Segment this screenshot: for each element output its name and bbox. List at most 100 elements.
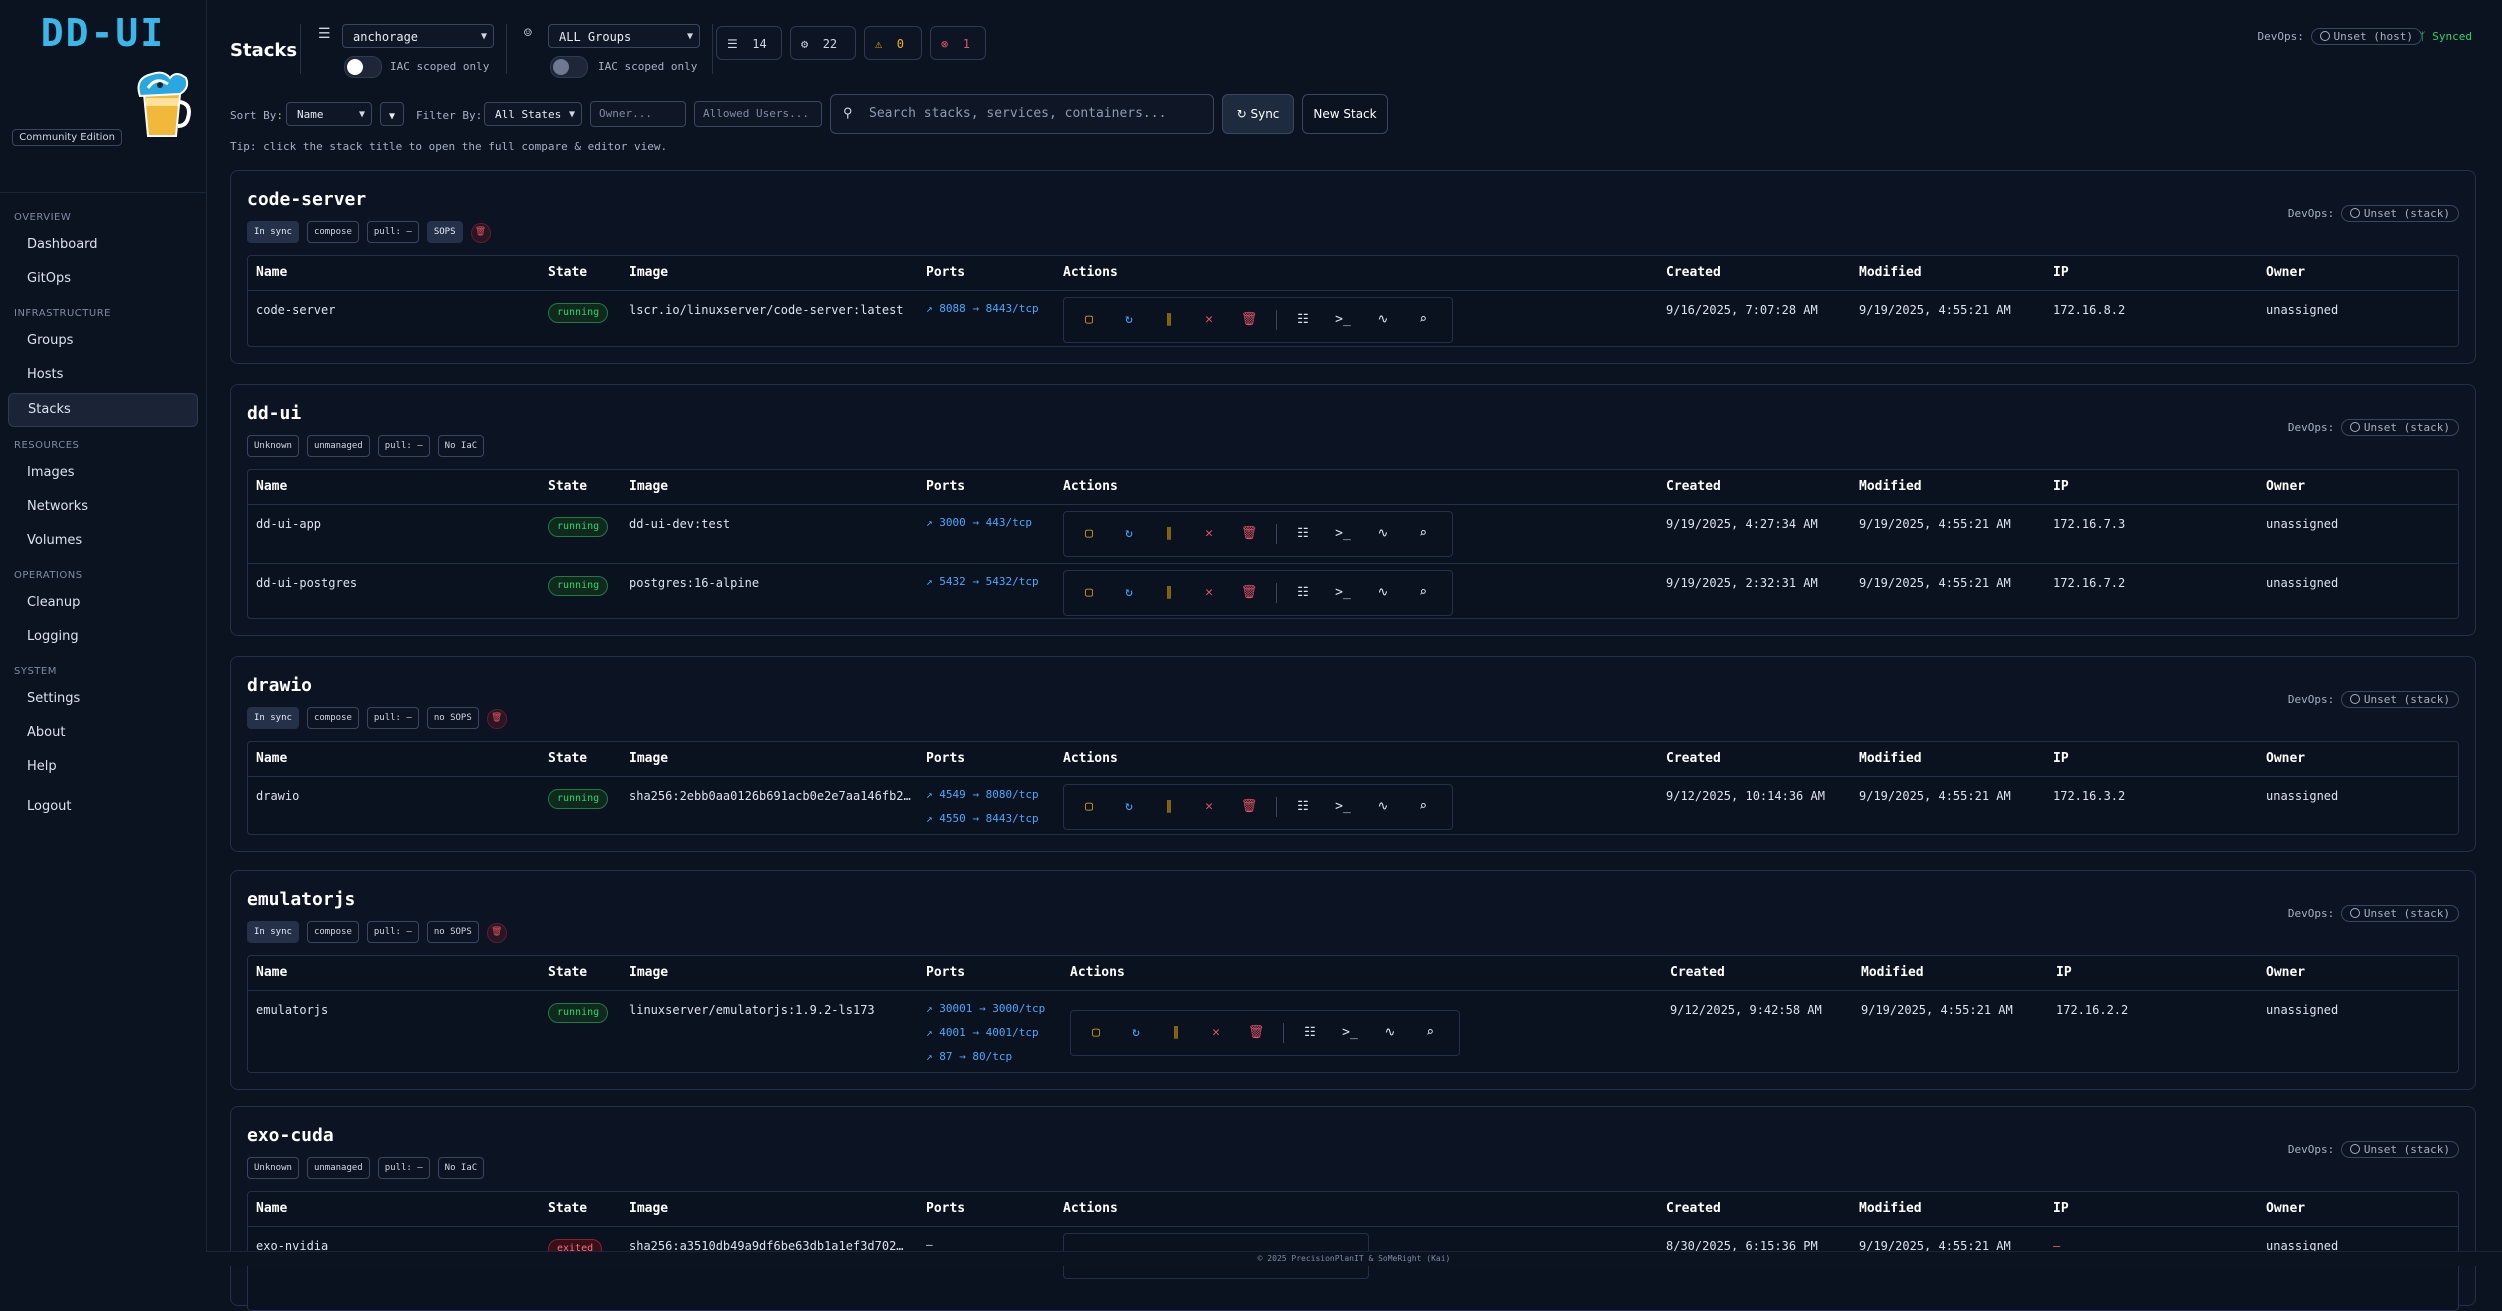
column-header[interactable]: Owner xyxy=(2266,1192,2305,1226)
table-row[interactable]: emulatorjs running linuxserver/emulatorjs:… xyxy=(248,991,2458,1075)
console-icon[interactable]: >_ xyxy=(1341,1024,1359,1042)
nav-item-cleanup[interactable]: Cleanup xyxy=(8,587,198,619)
column-header[interactable]: State xyxy=(548,742,587,776)
stop-icon[interactable]: ▢ xyxy=(1080,311,1098,329)
inspect-icon[interactable]: ⌕ xyxy=(1421,1024,1439,1042)
column-header[interactable]: Name xyxy=(256,956,287,990)
column-header[interactable]: Actions xyxy=(1063,742,1118,776)
devops-host-pill[interactable]: Unset (host) xyxy=(2310,28,2422,45)
table-row[interactable]: drawio running sha256:2ebb0aa0126b691acb0e… xyxy=(248,777,2458,837)
stack-title[interactable]: exo-cuda xyxy=(247,1125,334,1146)
column-header[interactable]: Owner xyxy=(2266,256,2305,290)
kill-icon[interactable]: ✕ xyxy=(1207,1024,1225,1042)
console-icon[interactable]: >_ xyxy=(1334,525,1352,543)
kill-icon[interactable]: ✕ xyxy=(1200,798,1218,816)
column-header[interactable]: Ports xyxy=(926,742,965,776)
container-name[interactable]: drawio xyxy=(256,789,299,803)
delete-stack-icon[interactable]: 🗑 xyxy=(486,923,507,943)
remove-icon[interactable]: 🗑 xyxy=(1247,1024,1265,1042)
column-header[interactable]: Image xyxy=(629,256,668,290)
restart-icon[interactable]: ↻ xyxy=(1120,584,1138,602)
remove-icon[interactable]: 🗑 xyxy=(1240,311,1258,329)
column-header[interactable]: Created xyxy=(1670,956,1725,990)
table-row[interactable]: dd-ui-postgres running postgres:16-alpine ↗… xyxy=(248,564,2458,622)
stats-icon[interactable]: ∿ xyxy=(1381,1024,1399,1042)
delete-stack-icon[interactable]: 🗑 xyxy=(486,709,507,729)
logs-icon[interactable]: ☷ xyxy=(1294,584,1312,602)
column-header[interactable]: IP xyxy=(2056,956,2072,990)
devops-stack-pill[interactable]: Unset (stack) xyxy=(2340,691,2459,708)
column-header[interactable]: Name xyxy=(256,742,287,776)
inspect-icon[interactable]: ⌕ xyxy=(1414,584,1432,602)
stack-title[interactable]: dd-ui xyxy=(247,403,301,424)
column-header[interactable]: Created xyxy=(1666,470,1721,504)
column-header[interactable]: Image xyxy=(629,470,668,504)
stop-icon[interactable]: ▢ xyxy=(1080,525,1098,543)
devops-stack-pill[interactable]: Unset (stack) xyxy=(2340,205,2459,222)
logo[interactable]: DD-UI Community Edition xyxy=(0,0,206,146)
port-link[interactable]: ↗ 4550 → 8443/tcp xyxy=(926,807,1039,831)
nav-item-hosts[interactable]: Hosts xyxy=(8,359,198,391)
column-header[interactable]: IP xyxy=(2053,256,2069,290)
column-header[interactable]: Owner xyxy=(2266,470,2305,504)
inspect-icon[interactable]: ⌕ xyxy=(1414,311,1432,329)
column-header[interactable]: State xyxy=(548,1192,587,1226)
devops-stack-pill[interactable]: Unset (stack) xyxy=(2340,1141,2459,1158)
nav-item-settings[interactable]: Settings xyxy=(8,683,198,715)
search-input[interactable]: ⚲ Search stacks, services, containers... xyxy=(830,94,1214,134)
restart-icon[interactable]: ↻ xyxy=(1120,311,1138,329)
column-header[interactable]: Owner xyxy=(2266,742,2305,776)
column-header[interactable]: Ports xyxy=(926,256,965,290)
column-header[interactable]: Actions xyxy=(1063,256,1118,290)
iac-toggle-group[interactable] xyxy=(550,56,588,78)
container-name[interactable]: emulatorjs xyxy=(256,1003,328,1017)
nav-item-help[interactable]: Help xyxy=(8,751,198,783)
iac-toggle-host[interactable] xyxy=(344,56,382,78)
stack-title[interactable]: drawio xyxy=(247,675,312,696)
column-header[interactable]: Image xyxy=(629,742,668,776)
column-header[interactable]: State xyxy=(548,956,587,990)
nav-item-gitops[interactable]: GitOps xyxy=(8,263,198,295)
logout-button[interactable]: Logout xyxy=(8,791,198,823)
console-icon[interactable]: >_ xyxy=(1334,584,1352,602)
stats-icon[interactable]: ∿ xyxy=(1374,311,1392,329)
pause-icon[interactable]: ∥ xyxy=(1160,584,1178,602)
port-link[interactable]: ↗ 87 → 80/tcp xyxy=(926,1045,1045,1069)
port-link[interactable]: ↗ 30001 → 3000/tcp xyxy=(926,997,1045,1021)
column-header[interactable]: Modified xyxy=(1859,470,1922,504)
stats-icon[interactable]: ∿ xyxy=(1374,798,1392,816)
restart-icon[interactable]: ↻ xyxy=(1120,525,1138,543)
container-name[interactable]: code-server xyxy=(256,303,335,317)
column-header[interactable]: Modified xyxy=(1859,1192,1922,1226)
inspect-icon[interactable]: ⌕ xyxy=(1414,798,1432,816)
remove-icon[interactable]: 🗑 xyxy=(1240,584,1258,602)
devops-stack-pill[interactable]: Unset (stack) xyxy=(2340,905,2459,922)
stop-icon[interactable]: ▢ xyxy=(1080,798,1098,816)
column-header[interactable]: Ports xyxy=(926,1192,965,1226)
container-name[interactable]: dd-ui-app xyxy=(256,517,321,531)
allowed-users-input[interactable]: Allowed Users... xyxy=(694,101,822,127)
stat-warnings[interactable]: ⚠ 0 xyxy=(864,26,922,60)
logs-icon[interactable]: ☷ xyxy=(1294,798,1312,816)
group-select[interactable]: ALL Groups ▼ xyxy=(548,24,700,48)
sort-select[interactable]: Name ▼ xyxy=(286,102,372,126)
devops-stack-pill[interactable]: Unset (stack) xyxy=(2340,419,2459,436)
logs-icon[interactable]: ☷ xyxy=(1294,311,1312,329)
console-icon[interactable]: >_ xyxy=(1334,798,1352,816)
remove-icon[interactable]: 🗑 xyxy=(1240,798,1258,816)
column-header[interactable]: Name xyxy=(256,256,287,290)
kill-icon[interactable]: ✕ xyxy=(1200,525,1218,543)
restart-icon[interactable]: ↻ xyxy=(1120,798,1138,816)
column-header[interactable]: IP xyxy=(2053,1192,2069,1226)
column-header[interactable]: Image xyxy=(629,956,668,990)
column-header[interactable]: Name xyxy=(256,470,287,504)
nav-item-about[interactable]: About xyxy=(8,717,198,749)
host-select[interactable]: anchorage ▼ xyxy=(342,24,494,48)
stop-icon[interactable]: ▢ xyxy=(1080,584,1098,602)
kill-icon[interactable]: ✕ xyxy=(1200,584,1218,602)
inspect-icon[interactable]: ⌕ xyxy=(1414,525,1432,543)
nav-item-logging[interactable]: Logging xyxy=(8,621,198,653)
column-header[interactable]: Image xyxy=(629,1192,668,1226)
column-header[interactable]: Name xyxy=(256,1192,287,1226)
port-link[interactable]: ↗ 3000 → 443/tcp xyxy=(926,511,1032,535)
